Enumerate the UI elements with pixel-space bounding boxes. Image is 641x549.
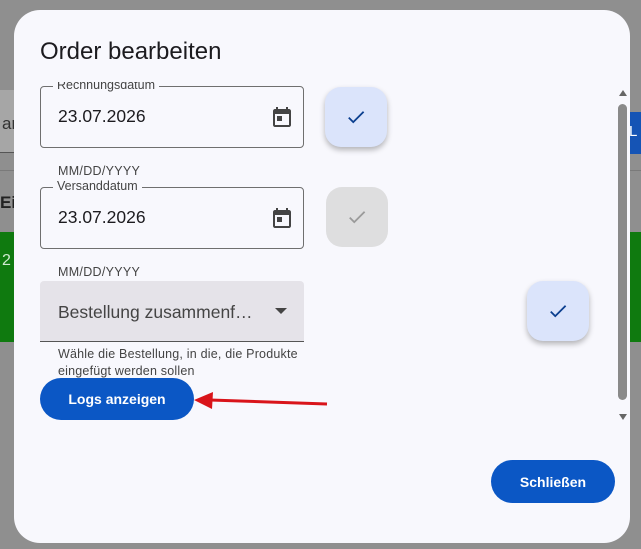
order-merge-select[interactable]: Bestellung zusammenf… (40, 281, 304, 342)
calendar-icon[interactable] (270, 206, 294, 230)
calendar-icon[interactable] (270, 105, 294, 129)
shipping-date-field[interactable]: Versanddatum 23.07.2026 (40, 179, 304, 249)
shipping-date-label: Versanddatum (53, 179, 142, 193)
invoice-date-label: Rechnungsdatum (53, 82, 159, 92)
order-merge-helper-text: Wähle die Bestellung, in die, die Produk… (58, 347, 298, 378)
dialog-scroll-content[interactable]: Rechnungsdatum 23.07.2026 MM/DD/YYYY Ver… (14, 82, 614, 412)
dropdown-arrow-icon (275, 308, 287, 314)
invoice-date-hint: MM/DD/YYYY (58, 164, 141, 178)
order-merge-check-button[interactable] (527, 281, 589, 341)
invoice-date-field[interactable]: Rechnungsdatum 23.07.2026 (40, 82, 304, 148)
dialog-scrollbar[interactable] (617, 90, 629, 420)
scrollbar-thumb[interactable] (618, 104, 627, 400)
order-merge-select-value: Bestellung zusammenf… (58, 302, 253, 322)
shipping-date-value: 23.07.2026 (58, 207, 146, 227)
scroll-up-icon[interactable] (619, 90, 627, 96)
check-icon (348, 111, 365, 124)
check-icon (349, 211, 366, 224)
order-edit-dialog: Order bearbeiten Rechnungsdatum 23.07.20… (14, 10, 630, 543)
invoice-date-value: 23.07.2026 (58, 106, 146, 126)
shipping-date-check-button[interactable] (326, 187, 388, 247)
check-icon (550, 305, 567, 318)
shipping-date-hint: MM/DD/YYYY (58, 265, 141, 279)
scroll-down-icon[interactable] (619, 414, 627, 420)
close-button[interactable]: Schließen (491, 460, 615, 503)
show-logs-button[interactable]: Logs anzeigen (40, 378, 194, 420)
invoice-date-check-button[interactable] (325, 87, 387, 147)
dialog-title: Order bearbeiten (40, 38, 222, 65)
